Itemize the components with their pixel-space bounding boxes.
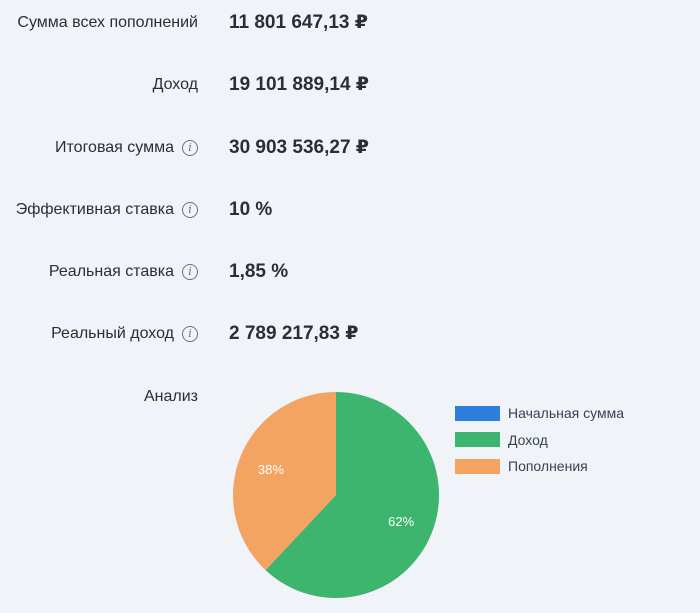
legend-swatch <box>455 432 500 448</box>
result-value: 1,85 % <box>229 261 289 282</box>
legend-label: Начальная сумма <box>508 405 624 422</box>
pie-chart: 62% 38% <box>233 392 439 598</box>
result-row: Итоговая сумма i 30 903 536,27 ₽ <box>0 133 700 163</box>
info-icon-glyph: i <box>188 265 192 278</box>
result-label-text: Сумма всех пополнений <box>17 14 198 31</box>
result-value: 19 101 889,14 ₽ <box>229 74 370 95</box>
result-label: Реальная ставка i <box>49 257 198 287</box>
legend-label: Доход <box>508 431 548 448</box>
result-value: 30 903 536,27 ₽ <box>229 137 370 158</box>
result-row: Сумма всех пополнений 11 801 647,13 ₽ <box>0 8 700 38</box>
result-row: Доход 19 101 889,14 ₽ <box>0 70 700 100</box>
result-label: Сумма всех пополнений <box>17 8 198 38</box>
result-value: 11 801 647,13 ₽ <box>229 12 368 33</box>
info-icon-glyph: i <box>188 327 192 340</box>
result-label: Доход <box>153 70 198 100</box>
result-label: Реальный доход i <box>51 319 198 349</box>
result-label-text: Реальный доход <box>51 325 174 342</box>
result-row: Реальная ставка i 1,85 % <box>0 257 700 287</box>
result-label: Эффективная ставка i <box>16 195 198 225</box>
legend-item[interactable]: Начальная сумма <box>455 400 624 427</box>
pie-slice-label: 62% <box>388 514 414 529</box>
chart-legend: Начальная сумма Доход Пополнения <box>455 400 624 480</box>
result-label-text: Реальная ставка <box>48 263 174 280</box>
result-row: Реальный доход i 2 789 217,83 ₽ <box>0 319 700 349</box>
legend-label: Пополнения <box>508 458 588 475</box>
legend-item[interactable]: Доход <box>455 427 624 454</box>
analysis-label: Анализ <box>143 388 198 405</box>
result-label: Итоговая сумма i <box>55 133 198 163</box>
info-icon[interactable]: i <box>182 202 198 218</box>
result-label-text: Эффективная ставка <box>15 201 174 218</box>
result-row: Эффективная ставка i 10 % <box>0 195 700 225</box>
info-icon[interactable]: i <box>182 140 198 156</box>
result-value: 2 789 217,83 ₽ <box>229 323 359 344</box>
info-icon-glyph: i <box>188 141 192 154</box>
info-icon[interactable]: i <box>182 264 198 280</box>
result-value: 10 % <box>229 199 273 220</box>
legend-swatch <box>455 405 500 421</box>
legend-swatch <box>455 458 500 474</box>
info-icon[interactable]: i <box>182 326 198 342</box>
pie-slice-label: 38% <box>258 462 284 477</box>
legend-item[interactable]: Пополнения <box>455 453 624 480</box>
info-icon-glyph: i <box>188 203 192 216</box>
result-label-text: Доход <box>152 76 198 93</box>
result-label-text: Итоговая сумма <box>55 139 174 156</box>
